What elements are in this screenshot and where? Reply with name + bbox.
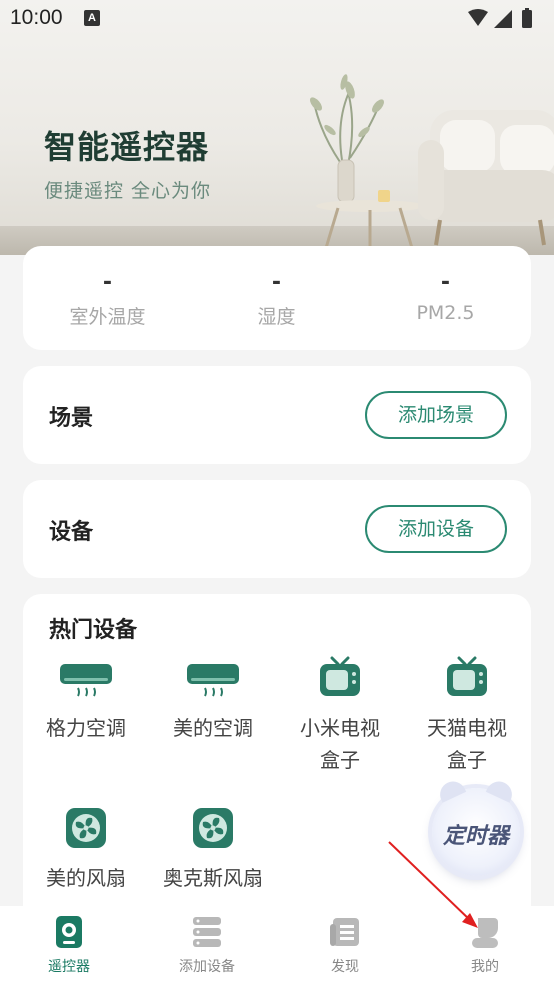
app-title: 智能遥控器: [44, 128, 210, 166]
add-scene-button[interactable]: 添加场景: [365, 391, 507, 439]
hot-device-aux-fan[interactable]: 奥克斯风扇: [150, 806, 276, 894]
timer-floating-button[interactable]: 定时器: [432, 777, 520, 876]
env-outdoor-temp: - 室外温度: [23, 268, 192, 329]
air-conditioner-icon: [187, 664, 239, 697]
hot-device-midea-ac[interactable]: 美的空调: [150, 656, 276, 744]
wifi-icon: [468, 9, 488, 26]
timer-label: 定时器: [442, 824, 509, 849]
fan-icon: [193, 808, 233, 848]
hot-device-label: 天猫电视盒子: [427, 716, 507, 772]
env-value: -: [440, 270, 451, 295]
scene-card: 场景 添加场景: [23, 366, 531, 464]
article-icon: [330, 918, 359, 946]
environment-card: - 室外温度 - 湿度 - PM2.5: [23, 246, 531, 350]
add-device-button[interactable]: 添加设备: [365, 505, 507, 553]
hot-device-label: 美的空调: [173, 716, 253, 740]
hot-device-xiaomi-tv-box[interactable]: 小米电视盒子: [277, 656, 403, 776]
env-label: 湿度: [257, 306, 296, 328]
hot-devices-title: 热门设备: [49, 618, 138, 643]
nav-item-remote[interactable]: 遥控器: [0, 914, 138, 976]
status-bar: 10:00 A: [0, 0, 554, 38]
tv-icon: [447, 656, 487, 696]
hero-banner: 智能遥控器 便捷遥控 全心为你: [0, 0, 554, 255]
remote-icon: [56, 916, 82, 948]
nav-item-add-device[interactable]: 添加设备: [138, 914, 276, 976]
user-icon: [472, 918, 498, 948]
nav-label: 遥控器: [48, 959, 90, 975]
battery-icon: [522, 10, 532, 28]
hot-device-tmall-tv-box[interactable]: 天猫电视盒子: [404, 656, 530, 776]
scene-title: 场景: [49, 406, 94, 431]
signal-icon: [494, 10, 512, 28]
app-subtitle: 便捷遥控 全心为你: [44, 180, 212, 202]
env-pm25: - PM2.5: [361, 268, 530, 324]
hot-device-gree-ac[interactable]: 格力空调: [23, 656, 149, 744]
status-icons: [468, 8, 532, 28]
nav-item-discover[interactable]: 发现: [276, 914, 414, 976]
env-label: 室外温度: [69, 306, 146, 328]
hero-illustration: [310, 74, 554, 249]
nav-label: 添加设备: [179, 959, 235, 975]
nav-label: 我的: [471, 959, 499, 975]
air-conditioner-icon: [60, 664, 112, 697]
hot-device-label: 格力空调: [46, 716, 126, 740]
hot-device-label: 美的风扇: [46, 866, 126, 890]
device-card: 设备 添加设备: [23, 480, 531, 578]
status-time: 10:00: [10, 6, 63, 29]
server-stack-icon: [193, 917, 221, 947]
tv-icon: [320, 656, 360, 696]
hot-device-label: 小米电视盒子: [300, 716, 380, 772]
env-value: -: [271, 270, 282, 295]
env-value: -: [102, 270, 113, 295]
fan-icon: [66, 808, 106, 848]
nav-label: 发现: [331, 959, 359, 975]
hot-device-midea-fan[interactable]: 美的风扇: [23, 806, 149, 894]
device-title: 设备: [49, 520, 94, 545]
notification-a-icon: A: [84, 10, 100, 26]
env-label: PM2.5: [416, 302, 475, 324]
env-humidity: - 湿度: [192, 268, 361, 329]
hot-device-label: 奥克斯风扇: [163, 866, 263, 890]
bottom-nav: 遥控器 添加设备 发现 我的: [0, 906, 554, 984]
nav-item-profile[interactable]: 我的: [416, 914, 554, 976]
